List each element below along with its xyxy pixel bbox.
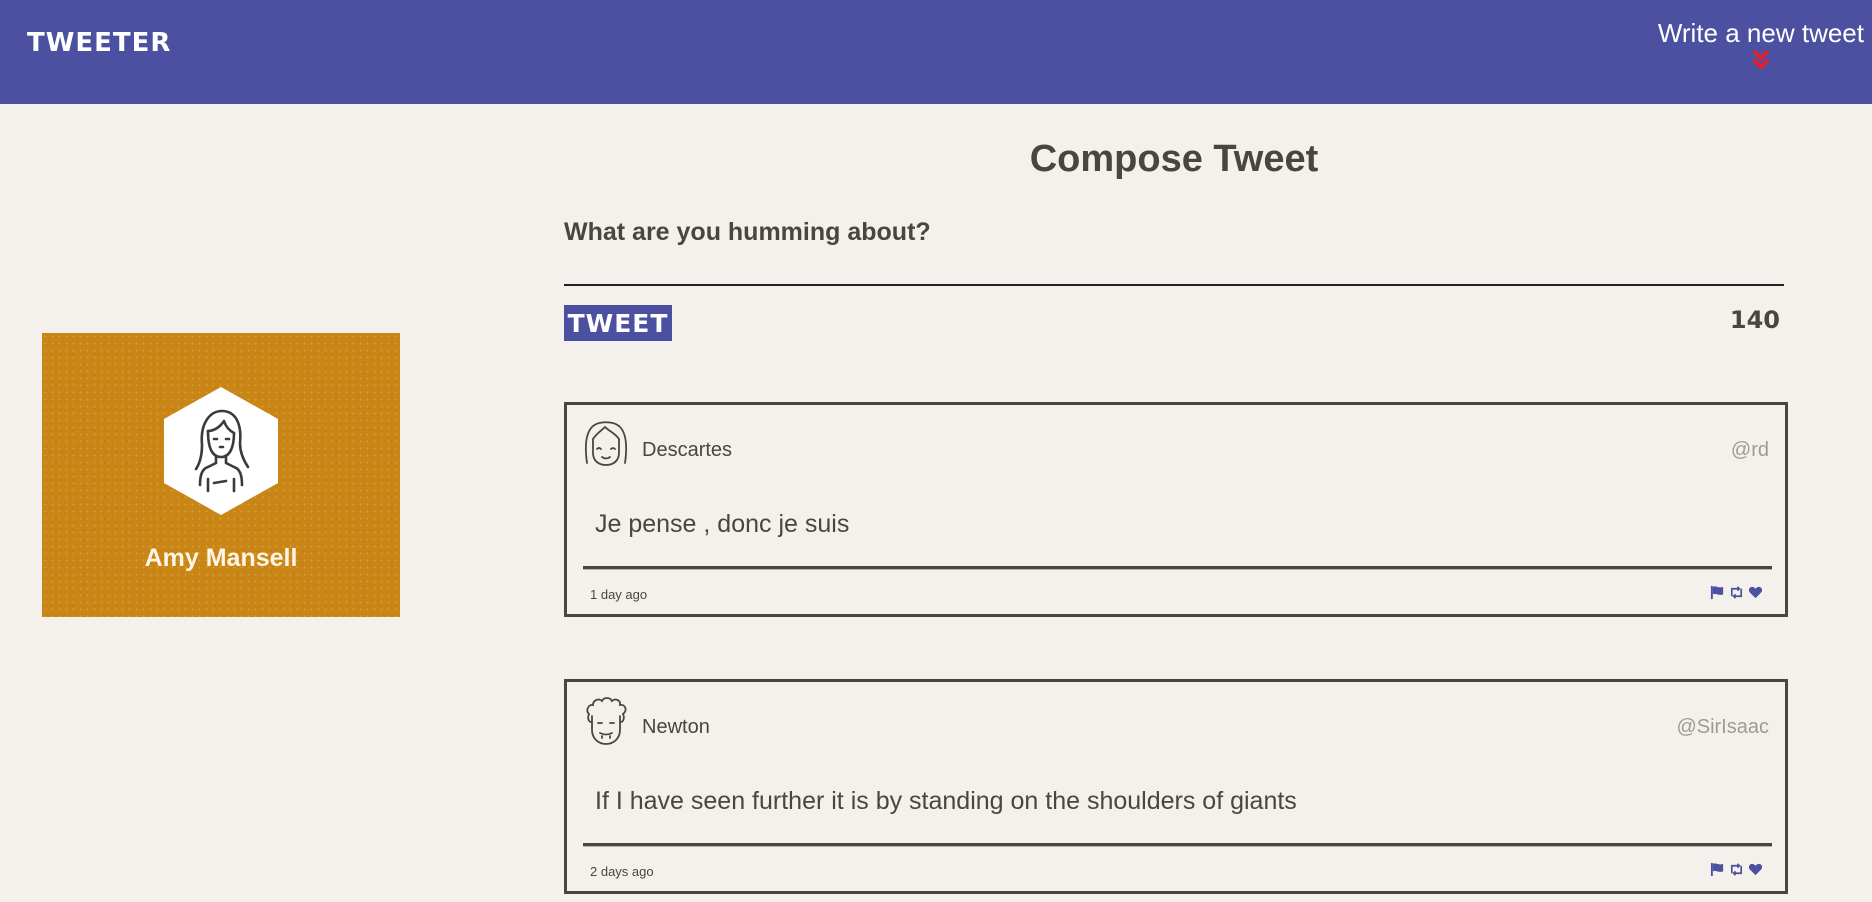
tweet-author-name[interactable]: Newton xyxy=(642,716,710,739)
brand-logo[interactable]: TWEETER xyxy=(27,28,171,58)
heart-icon[interactable] xyxy=(1748,585,1763,600)
tweet-actions xyxy=(1710,585,1763,600)
woman-avatar-icon xyxy=(164,387,278,515)
compose-title: Compose Tweet xyxy=(1029,138,1319,180)
flag-icon[interactable] xyxy=(1710,585,1725,600)
tweet-card: Descartes @rd Je pense , donc je suis 1 … xyxy=(564,402,1788,617)
character-counter: 140 xyxy=(1729,306,1780,334)
tweet-timestamp: 1 day ago xyxy=(590,587,648,602)
tweet-divider xyxy=(583,566,1772,570)
tweet-content: If I have seen further it is by standing… xyxy=(595,787,1297,815)
navbar: TWEETER Write a new tweet xyxy=(0,0,1872,104)
retweet-icon[interactable] xyxy=(1729,862,1744,877)
tweet-author-name[interactable]: Descartes xyxy=(642,439,732,462)
tweet-content: Je pense , donc je suis xyxy=(595,510,850,538)
retweet-icon[interactable] xyxy=(1729,585,1744,600)
tweet-textarea[interactable] xyxy=(564,218,1784,286)
tweet-submit-button[interactable]: TWEET xyxy=(564,305,672,341)
tweet-author-handle[interactable]: @rd xyxy=(1731,439,1769,462)
write-new-tweet-label[interactable]: Write a new tweet xyxy=(1658,18,1864,49)
tweet-author-handle[interactable]: @SirIsaac xyxy=(1676,716,1769,739)
girl-avatar-icon xyxy=(585,421,627,466)
tweet-card: Newton @SirIsaac If I have seen further … xyxy=(564,679,1788,894)
tweet-divider xyxy=(583,843,1772,847)
curly-hair-avatar-icon xyxy=(586,697,627,745)
write-new-tweet-toggle[interactable]: Write a new tweet xyxy=(1658,18,1864,71)
tweet-actions xyxy=(1710,862,1763,877)
profile-card: Amy Mansell xyxy=(42,333,400,617)
compose-section: Compose Tweet TWEET 140 xyxy=(564,138,1784,341)
profile-name: Amy Mansell xyxy=(144,544,298,572)
double-chevron-down-icon[interactable] xyxy=(1751,49,1771,71)
heart-icon[interactable] xyxy=(1748,862,1763,877)
flag-icon[interactable] xyxy=(1710,862,1725,877)
tweet-timestamp: 2 days ago xyxy=(590,864,654,879)
